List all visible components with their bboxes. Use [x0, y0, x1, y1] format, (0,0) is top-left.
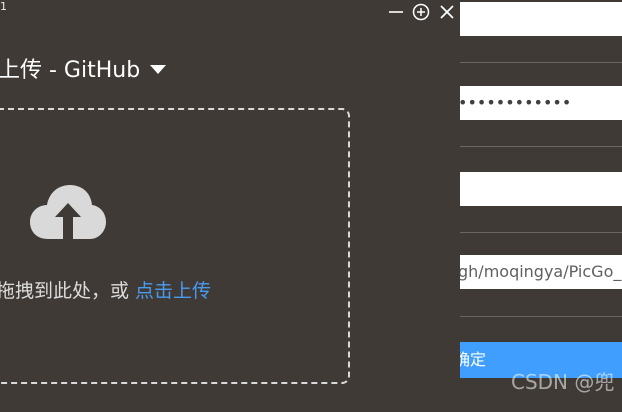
- picbed-selector[interactable]: 上传 - GitHub: [0, 52, 167, 84]
- token-value: ••••••••••••: [460, 93, 572, 112]
- path-input[interactable]: gh/moqingya/PicGo_S: [460, 255, 622, 289]
- upload-window: 1 上传 - GitHub 拖拽到此处，或 点击上传: [0, 0, 460, 412]
- window-title: 1: [0, 0, 7, 13]
- upload-drop-zone[interactable]: [0, 108, 350, 384]
- confirm-label: 确定: [460, 350, 487, 369]
- close-icon[interactable]: [437, 2, 457, 22]
- drop-hint: 拖拽到此处，或 点击上传: [0, 276, 211, 303]
- path-value: gh/moqingya/PicGo_S: [460, 262, 622, 281]
- divider: [460, 146, 622, 147]
- minimize-icon[interactable]: [386, 2, 406, 22]
- drop-hint-text: 拖拽到此处，或: [0, 280, 136, 302]
- caret-down-icon[interactable]: [150, 64, 167, 74]
- csdn-watermark: CSDN @兜: [511, 370, 615, 394]
- screenshot-stage: 1 上传 - GitHub 拖拽到此处，或 点击上传 •••••••••••• …: [0, 0, 622, 412]
- divider: [460, 62, 622, 63]
- branch-input[interactable]: [460, 172, 622, 206]
- repo-input[interactable]: [460, 2, 622, 36]
- token-input[interactable]: ••••••••••••: [460, 86, 622, 120]
- picbed-title: 上传 - GitHub: [0, 58, 141, 83]
- pin-icon[interactable]: [411, 2, 431, 22]
- settings-form: •••••••••••• gh/moqingya/PicGo_S 确定: [460, 0, 622, 412]
- divider: [460, 316, 622, 317]
- cloud-upload-icon: [30, 183, 106, 245]
- click-upload-link[interactable]: 点击上传: [135, 280, 211, 302]
- divider: [460, 232, 622, 233]
